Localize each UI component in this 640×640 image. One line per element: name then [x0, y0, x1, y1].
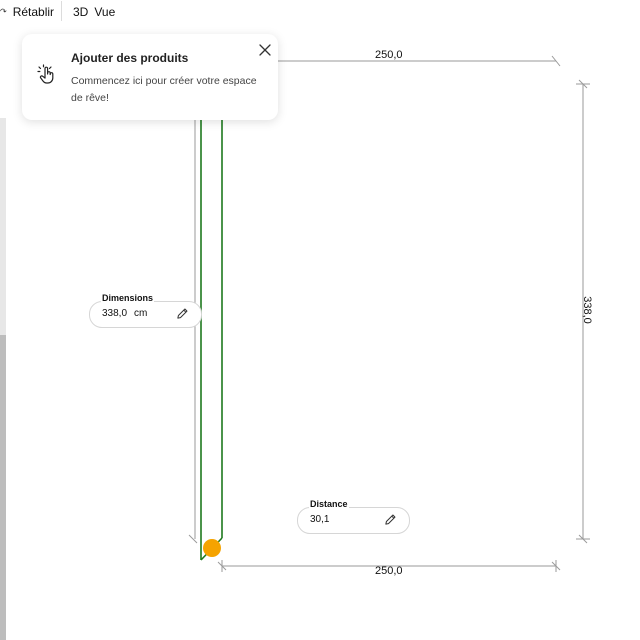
dimensions-unit: cm — [134, 308, 148, 319]
wall-endpoint-handle[interactable] — [203, 539, 221, 557]
wall-outline[interactable] — [200, 118, 223, 561]
distance-value[interactable]: 30,1 — [310, 514, 329, 525]
distance-label: Distance — [309, 499, 349, 509]
bottom-width-measurement: 250,0 — [375, 565, 403, 577]
top-width-measurement: 250,0 — [375, 49, 403, 61]
right-height-measurement: 338,0 — [581, 296, 593, 324]
dimensions-value[interactable]: 338,0 cm — [102, 308, 147, 319]
close-icon[interactable] — [257, 42, 273, 58]
left-dimension-line — [188, 118, 198, 544]
dimensions-number[interactable]: 338,0 — [102, 308, 127, 319]
edit-dimensions-pencil-icon[interactable] — [176, 307, 189, 320]
dimensions-label: Dimensions — [101, 293, 155, 303]
popup-title: Ajouter des produits — [71, 51, 189, 65]
hand-pointer-icon — [37, 64, 54, 84]
add-products-popup: Ajouter des produits Commencez ici pour … — [22, 34, 278, 120]
edit-distance-pencil-icon[interactable] — [384, 513, 397, 526]
popup-description: Commencez ici pour créer votre espace de… — [71, 75, 257, 104]
